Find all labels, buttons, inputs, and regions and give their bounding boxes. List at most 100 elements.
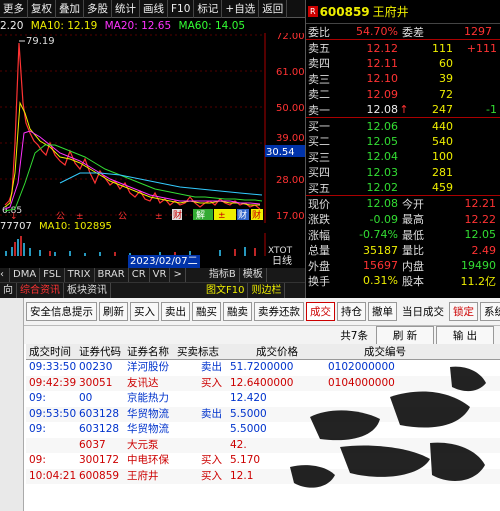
weibi-row: 委比 54.70% 委差 1297: [306, 24, 500, 39]
bid-row[interactable]: 买三 12.04 100: [306, 149, 500, 164]
ask-label: 卖四: [308, 57, 330, 71]
menu-draw[interactable]: 画线: [140, 0, 168, 18]
menu-adjust[interactable]: 复权: [28, 0, 56, 18]
weicha-label: 委差: [402, 25, 424, 39]
menu-add-watch[interactable]: +自选: [222, 0, 260, 18]
tab-sector-news[interactable]: 板块资讯: [64, 283, 111, 298]
ask-row[interactable]: 卖五 12.12 111 +111: [306, 40, 500, 56]
stat-row: 外盘 15697 内盘 19490: [306, 258, 500, 273]
safety-tip-button[interactable]: 安全信息提示: [26, 302, 97, 321]
volume-left: 77707: [0, 221, 32, 232]
stat-label: 外盘: [308, 259, 330, 273]
cell-time: 09:: [29, 454, 46, 466]
stat-row: 涨跌 -0.09 最高 12.22: [306, 212, 500, 227]
tab-vr[interactable]: VR: [150, 268, 171, 282]
margin-sell-button[interactable]: 融卖: [223, 302, 252, 321]
trade-toolbar: 安全信息提示 刷新 买入 卖出 融买 融卖 卖券还款 成交 持仓 撤单 当日成交…: [0, 298, 500, 326]
sell-button[interactable]: 卖出: [161, 302, 190, 321]
export-button[interactable]: 输 出: [436, 325, 494, 345]
tab-brar[interactable]: BRAR: [95, 268, 129, 282]
cell-side: [174, 422, 224, 438]
tab-f10[interactable]: 图文F10: [203, 283, 249, 298]
tab-more[interactable]: >: [170, 268, 186, 282]
tab-fsl[interactable]: FSL: [40, 268, 65, 282]
menu-more[interactable]: 更多: [0, 0, 28, 18]
cell-name: 大元泵: [127, 438, 159, 451]
ask-row[interactable]: 卖一 12.08 ↑ 247 -1: [306, 102, 500, 117]
system-button[interactable]: 系统: [480, 302, 500, 321]
menu-mark[interactable]: 标记: [194, 0, 223, 18]
menu-stats[interactable]: 统计: [112, 0, 140, 18]
stat-value: -0.09: [369, 212, 398, 226]
tab-news[interactable]: 综合资讯: [17, 283, 64, 298]
stat-value: 15697: [363, 259, 398, 273]
stat-value: 2.49: [471, 243, 497, 257]
bid-volume: 100: [432, 150, 453, 164]
sell-repay-button[interactable]: 卖券还款: [254, 302, 304, 321]
cell-code: 30051: [79, 376, 113, 389]
cell-name: 京能热力: [127, 392, 169, 404]
header-side[interactable]: 买卖标志: [174, 344, 224, 359]
ask-row[interactable]: 卖二 12.09 72: [306, 87, 500, 102]
period-label[interactable]: 日线: [272, 255, 292, 268]
tab-dma[interactable]: DMA: [10, 268, 41, 282]
stat-label: 量比: [402, 244, 424, 258]
ask-row[interactable]: 卖四 12.11 60: [306, 56, 500, 71]
cell-code: 600859: [79, 469, 120, 482]
cancel-order-button[interactable]: 撤单: [368, 302, 397, 321]
margin-icon: R: [308, 6, 318, 17]
tab-prev[interactable]: ‹: [0, 268, 10, 282]
peak-label: 79.19: [26, 36, 55, 47]
cell-name: 中电环保: [127, 454, 169, 466]
weibi-label: 委比: [308, 25, 330, 39]
margin-buy-button[interactable]: 融买: [192, 302, 221, 321]
stat-label: 换手: [308, 274, 330, 288]
refresh-button[interactable]: 刷新: [99, 302, 128, 321]
list-refresh-button[interactable]: 刷 新: [376, 325, 434, 345]
menu-back[interactable]: 返回: [259, 0, 288, 18]
tab-trix[interactable]: TRIX: [65, 268, 95, 282]
lock-button[interactable]: 锁定: [449, 302, 478, 321]
stat-row: 涨幅 -0.74% 最低 12.05: [306, 227, 500, 242]
cell-side: 买入: [201, 376, 222, 389]
bid-row[interactable]: 买一 12.06 440: [306, 118, 500, 134]
tab-template[interactable]: 模板: [240, 268, 267, 282]
cell-code: 6037: [79, 438, 106, 451]
stat-label: 现价: [308, 198, 330, 211]
ask-row[interactable]: 卖三 12.10 39: [306, 71, 500, 86]
bid-row[interactable]: 买四 12.03 281: [306, 165, 500, 180]
ask-price: 12.12: [366, 41, 399, 55]
cell-name: 华贸物流: [127, 423, 169, 435]
ma60-label: MA60: 14.05: [178, 20, 246, 32]
deals-tab[interactable]: 成交: [306, 302, 335, 321]
stat-label: 涨幅: [308, 228, 330, 242]
stat-value: 0.31%: [363, 274, 398, 288]
tab-cr[interactable]: CR: [129, 268, 150, 282]
bid-row[interactable]: 买二 12.05 540: [306, 134, 500, 149]
stat-label: 涨跌: [308, 213, 330, 227]
bid-volume: 281: [432, 165, 453, 179]
badge-text: 财: [238, 209, 247, 221]
buy-button[interactable]: 买入: [130, 302, 159, 321]
tab-indicator-b[interactable]: 指标B: [206, 268, 240, 282]
cell-side: 卖出: [201, 407, 222, 420]
positions-tab[interactable]: 持仓: [337, 302, 366, 321]
menu-multi[interactable]: 多股: [84, 0, 112, 18]
ask-volume: 60: [439, 56, 453, 70]
header-time[interactable]: 成交时间: [26, 344, 76, 359]
bid-label: 买五: [308, 181, 330, 195]
ask-price: 12.09: [366, 87, 399, 101]
volume-chart[interactable]: XTOT: [0, 233, 305, 256]
kline-chart[interactable]: 72.00 61.00 50.00 39.00 28.00 17.00 30.5…: [0, 33, 305, 223]
menu-overlay[interactable]: 叠加: [56, 0, 84, 18]
badge-text: ±: [218, 211, 226, 221]
bid-price: 12.06: [366, 119, 399, 133]
bid-row[interactable]: 买五 12.02 459: [306, 180, 500, 195]
tab-sidebar[interactable]: 则边栏: [248, 283, 286, 298]
list-controls: 共7条 刷 新 输 出: [0, 325, 500, 345]
header-code[interactable]: 证券代码: [76, 344, 124, 359]
menu-f10[interactable]: F10: [168, 0, 195, 18]
tab-direction[interactable]: 向: [0, 283, 17, 298]
header-name[interactable]: 证券名称: [124, 344, 174, 359]
stock-name: 王府井: [372, 5, 409, 19]
